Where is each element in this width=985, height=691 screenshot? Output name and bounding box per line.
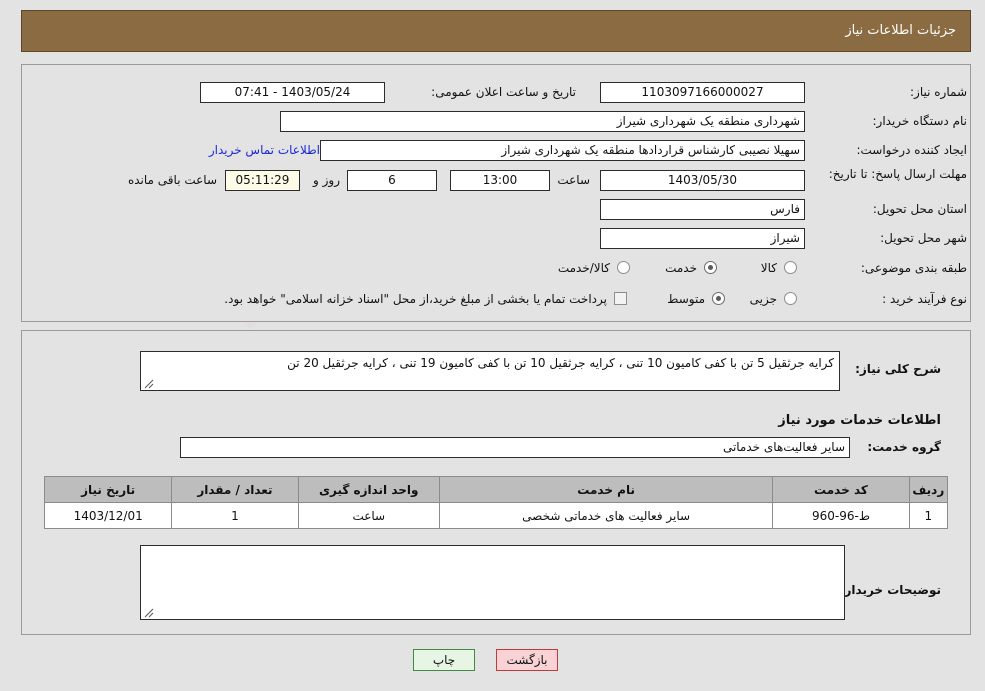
remaining-days-label: روز و: [313, 173, 340, 187]
request-creator-field[interactable]: سهیلا نصیبی کارشناس قراردادها منطقه یک ش…: [320, 140, 805, 161]
col-unit: واحد اندازه گیری: [297, 476, 440, 503]
announce-datetime-label: تاریخ و ساعت اعلان عمومی:: [431, 85, 576, 99]
need-number-label: شماره نیاز:: [910, 85, 967, 99]
general-description-textarea[interactable]: کرایه جرثقیل 5 تن با کفی کامیون 10 تنی ،…: [140, 351, 840, 391]
delivery-province-field[interactable]: فارس: [600, 199, 805, 220]
services-section-title: اطلاعات خدمات مورد نیاز: [778, 413, 941, 428]
table-header-row: ردیف کد خدمت نام خدمت واحد اندازه گیری ت…: [43, 476, 949, 503]
countdown-timer-field: 05:11:29: [225, 170, 300, 191]
service-group-label: گروه خدمت:: [867, 440, 941, 454]
deadline-hour-field[interactable]: 13:00: [450, 170, 550, 191]
resize-grip-icon-notes[interactable]: [144, 608, 154, 618]
subject-category-label: طبقه بندی موضوعی:: [860, 261, 967, 275]
general-description-text: کرایه جرثقیل 5 تن با کفی کامیون 10 تنی ،…: [287, 356, 834, 370]
col-code: کد خدمت: [772, 476, 910, 503]
treasury-bond-checkbox[interactable]: [614, 292, 627, 305]
cell-code: ط-96-960: [772, 502, 910, 529]
radio-category-kala[interactable]: [784, 261, 797, 274]
radio-category-khedmat[interactable]: [704, 261, 717, 274]
main-info-panel: [21, 64, 971, 322]
radio-process-jozyi[interactable]: [784, 292, 797, 305]
general-description-label: شرح کلی نیاز:: [855, 362, 941, 376]
col-name: نام خدمت: [438, 476, 774, 503]
buyer-org-label: نام دستگاه خریدار:: [872, 114, 968, 128]
response-deadline-label: مهلت ارسال پاسخ: تا تاریخ:: [828, 167, 967, 181]
buyer-notes-label: توضیحات خریدار:: [839, 583, 941, 597]
col-need-date: تاریخ نیاز: [43, 476, 173, 503]
page-title: جزئیات اطلاعات نیاز: [845, 23, 956, 38]
radio-category-khedmat-label: خدمت: [665, 261, 697, 275]
delivery-city-field[interactable]: شیراز: [600, 228, 805, 249]
radio-process-motavaset[interactable]: [712, 292, 725, 305]
buyer-contact-link[interactable]: اطلاعات تماس خریدار: [209, 143, 320, 157]
deadline-date-field[interactable]: 1403/05/30: [600, 170, 805, 191]
table-row: 1 ط-96-960 سایر فعالیت های خدماتی شخصی س…: [43, 502, 949, 529]
cell-radif: 1: [908, 502, 949, 529]
cell-unit: ساعت: [297, 502, 440, 529]
print-button[interactable]: چاپ: [413, 649, 475, 671]
need-number-field[interactable]: 1103097166000027: [600, 82, 805, 103]
radio-category-kala-khedmat[interactable]: [617, 261, 630, 274]
cell-name: سایر فعالیت های خدماتی شخصی: [438, 502, 774, 529]
treasury-bond-label: پرداخت تمام یا بخشی از مبلغ خرید،از محل …: [224, 292, 607, 306]
request-creator-label: ایجاد کننده درخواست:: [856, 143, 967, 157]
buyer-notes-textarea[interactable]: [140, 545, 845, 620]
delivery-province-label: استان محل تحویل:: [872, 202, 967, 216]
remaining-hours-label: ساعت باقی مانده: [127, 173, 217, 187]
back-button[interactable]: بازگشت: [496, 649, 558, 671]
page-root: AriaTender.net جزئیات اطلاعات نیاز شماره…: [0, 0, 985, 691]
col-quantity: تعداد / مقدار: [171, 476, 299, 503]
radio-process-jozyi-label: جزیی: [749, 292, 777, 306]
radio-process-motavaset-label: متوسط: [667, 292, 705, 306]
remaining-days-field[interactable]: 6: [347, 170, 437, 191]
services-table: ردیف کد خدمت نام خدمت واحد اندازه گیری ت…: [43, 476, 949, 529]
announce-datetime-field[interactable]: 1403/05/24 - 07:41: [200, 82, 385, 103]
radio-category-kala-label: کالا: [760, 261, 777, 275]
purchase-process-label: نوع فرآیند خرید :: [882, 292, 967, 306]
service-group-field[interactable]: سایر فعالیت‌های خدماتی: [180, 437, 850, 458]
col-radif: ردیف: [908, 476, 949, 503]
cell-quantity: 1: [171, 502, 299, 529]
page-header: جزئیات اطلاعات نیاز: [21, 10, 971, 52]
deadline-hour-label: ساعت: [557, 173, 590, 187]
radio-category-kala-khedmat-label: کالا/خدمت: [557, 261, 610, 275]
delivery-city-label: شهر محل تحویل:: [880, 231, 967, 245]
resize-grip-icon[interactable]: [144, 379, 154, 389]
cell-need-date: 1403/12/01: [43, 502, 173, 529]
buyer-org-field[interactable]: شهرداری منطقه یک شهرداری شیراز: [280, 111, 805, 132]
